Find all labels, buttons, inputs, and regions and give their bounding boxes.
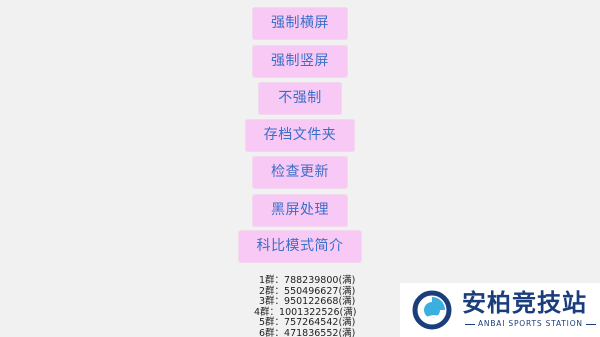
logo-title: 安柏竞技站 (462, 289, 587, 317)
watermark-logo: 安柏竞技站 ANBAI SPORTS STATION (400, 283, 600, 337)
force-landscape-button[interactable]: 强制横屏 (253, 8, 347, 39)
logo-mark-icon (412, 290, 452, 330)
app-screen: 强制横屏 强制竖屏 不强制 存档文件夹 检查更新 黑屏处理 科比模式简介 1群：… (0, 0, 600, 337)
check-update-button[interactable]: 检查更新 (253, 157, 347, 188)
kebi-mode-button[interactable]: 科比模式简介 (239, 231, 361, 262)
save-folder-button[interactable]: 存档文件夹 (246, 120, 354, 151)
settings-menu: 强制横屏 强制竖屏 不强制 存档文件夹 检查更新 黑屏处理 科比模式简介 (0, 0, 600, 270)
black-screen-button[interactable]: 黑屏处理 (253, 195, 347, 226)
force-portrait-button[interactable]: 强制竖屏 (253, 46, 347, 77)
no-force-button[interactable]: 不强制 (259, 83, 341, 114)
group-line: 6群：471836552(满) (259, 328, 356, 337)
logo-subtitle: ANBAI SPORTS STATION (462, 319, 596, 329)
group-line: 1群：788239800(满) (259, 275, 356, 286)
